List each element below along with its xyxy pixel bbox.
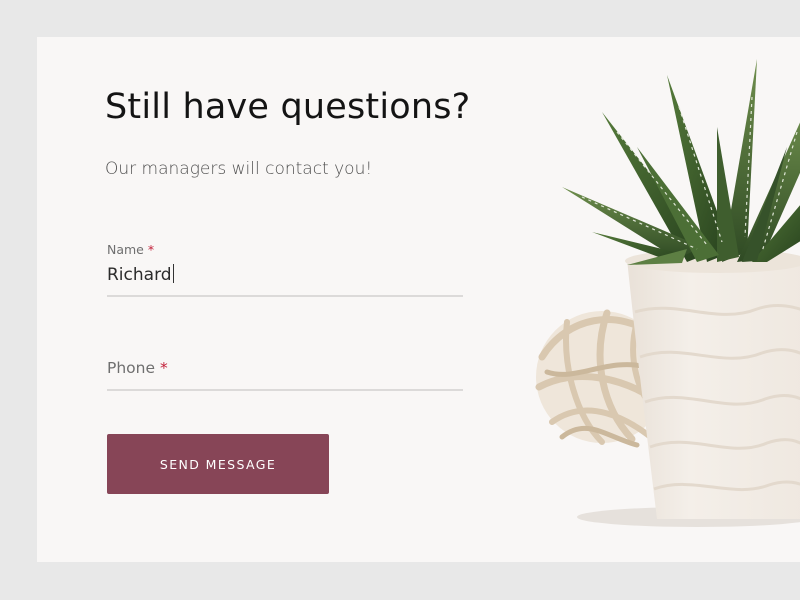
contact-card: Still have questions? Our managers will …	[37, 37, 800, 562]
name-label: Name *	[107, 242, 154, 257]
text-cursor	[172, 264, 175, 283]
page-title: Still have questions?	[105, 87, 471, 127]
send-message-button[interactable]: SEND MESSAGE	[107, 434, 329, 494]
phone-required-mark: *	[159, 359, 168, 377]
phone-field[interactable]: Phone *	[107, 357, 463, 393]
planter-pot	[625, 249, 800, 519]
phone-label: Phone *	[107, 359, 168, 377]
name-input-value: Richard	[107, 265, 172, 285]
page-subtitle: Our managers will contact you!	[105, 159, 373, 179]
name-field[interactable]: Name * Richard	[107, 241, 463, 299]
succulent-leaves	[562, 59, 800, 265]
name-label-text: Name	[107, 242, 144, 257]
phone-underline	[107, 389, 463, 391]
name-required-mark: *	[147, 242, 155, 257]
name-underline	[107, 295, 463, 297]
name-input[interactable]: Richard	[107, 264, 175, 285]
phone-label-text: Phone	[107, 359, 156, 377]
succulent-plant-image	[535, 59, 800, 527]
